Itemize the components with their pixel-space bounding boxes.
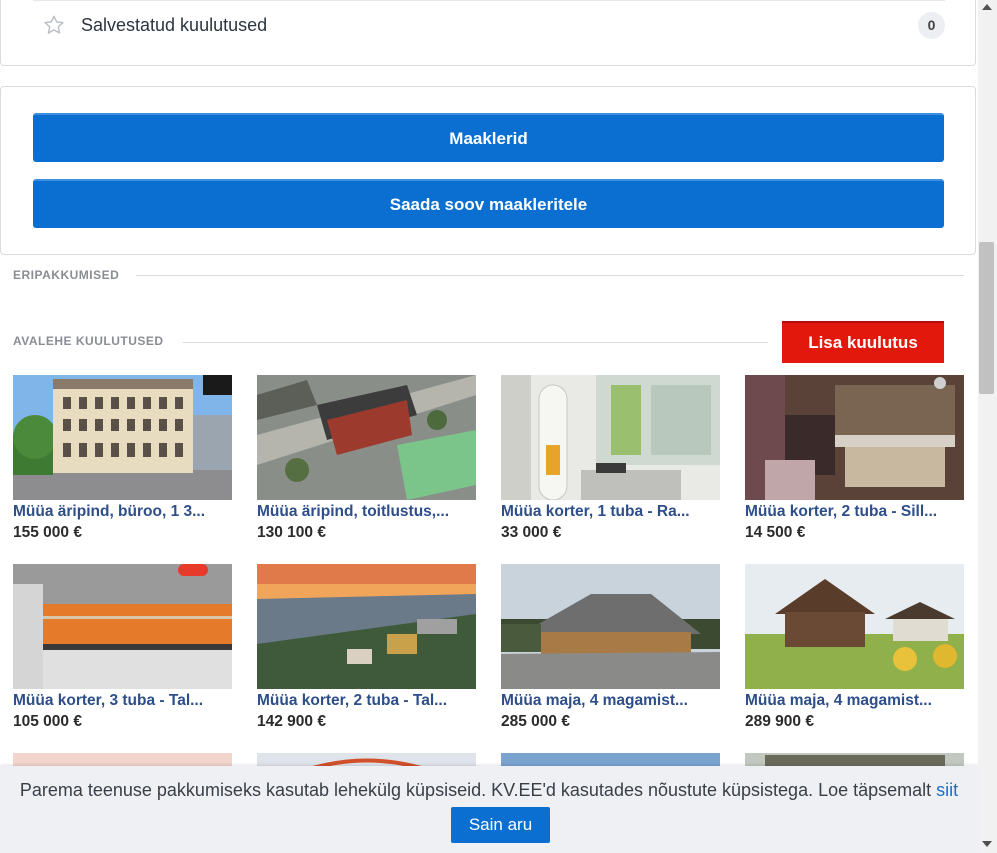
listing-price: 155 000 € [13,524,82,541]
listing-price: 105 000 € [13,713,82,730]
listing-card[interactable]: Müüa korter, 3 tuba - Tal... 105 000 € [13,564,232,732]
listing-photo-house-wooden[interactable] [501,564,720,689]
page: Salvestatud kuulutused 0 Maaklerid Saada… [0,0,978,853]
listing-title[interactable]: Müüa korter, 2 tuba - Sill... [745,502,964,522]
brokers-button[interactable]: Maaklerid [33,113,944,162]
listing-photo-aerial-street[interactable] [257,375,476,500]
listing-price: 33 000 € [501,524,562,541]
listing-title[interactable]: Müüa maja, 4 magamist... [745,691,964,711]
front-listings-heading: AVALEHE KUULUTUSED [13,334,164,348]
broker-panel: Maaklerid Saada soov maakleritele [0,86,976,255]
listing-card[interactable]: Müüa maja, 4 magamist... 285 000 € [501,564,720,732]
listing-price: 285 000 € [501,713,570,730]
cookie-message: Parema teenuse pakkumiseks kasutab lehek… [0,780,978,801]
cookie-accept-button[interactable]: Sain aru [451,807,550,843]
special-offers-heading: ERIPAKKUMISED [13,268,120,282]
listing-title[interactable]: Müüa korter, 3 tuba - Tal... [13,691,232,711]
listing-photo-balcony[interactable] [501,375,720,500]
listing-photo-house-garden[interactable] [745,564,964,689]
saved-listings-link[interactable]: Salvestatud kuulutused 0 [33,0,945,49]
listing-price: 289 900 € [745,713,814,730]
listing-card[interactable]: Müüa korter, 2 tuba - Tal... 142 900 € [257,564,476,732]
listing-photo-orange-kitchen[interactable] [13,564,232,689]
add-listing-button[interactable]: Lisa kuulutus [782,321,944,363]
listing-photo-commercial-building[interactable] [13,375,232,500]
scrollbar-thumb[interactable] [979,242,994,394]
saved-count-badge: 0 [918,11,945,39]
saved-listings-label: Salvestatud kuulutused [81,14,268,35]
front-listings-divider [183,342,768,343]
scroll-down-arrow-icon[interactable] [982,841,992,847]
listing-title[interactable]: Müüa maja, 4 magamist... [501,691,720,711]
cookie-more-link[interactable]: siit [936,780,958,800]
listing-card[interactable]: Müüa äripind, toitlustus,... 130 100 € [257,375,476,543]
listing-card[interactable]: Müüa korter, 2 tuba - Sill... 14 500 € [745,375,964,543]
listing-price: 14 500 € [745,524,806,541]
listing-photo-sunset-aerial[interactable] [257,564,476,689]
listing-title[interactable]: Müüa äripind, toitlustus,... [257,502,476,522]
scrollbar-track[interactable] [978,0,997,853]
saved-listings-panel: Salvestatud kuulutused 0 [0,0,976,66]
listing-title[interactable]: Müüa korter, 1 tuba - Ra... [501,502,720,522]
listing-card[interactable]: Müüa korter, 1 tuba - Ra... 33 000 € [501,375,720,543]
special-offers-divider [136,275,964,276]
listing-title[interactable]: Müüa korter, 2 tuba - Tal... [257,691,476,711]
star-icon [44,15,64,34]
listing-card[interactable]: Müüa maja, 4 magamist... 289 900 € [745,564,964,732]
send-request-to-brokers-button[interactable]: Saada soov maakleritele [33,179,944,228]
cookie-text: Parema teenuse pakkumiseks kasutab lehek… [19,780,937,800]
listing-photo-kitchen[interactable] [745,375,964,500]
listing-card[interactable]: Müüa äripind, büroo, 1 3... 155 000 € [13,375,232,543]
listing-title[interactable]: Müüa äripind, büroo, 1 3... [13,502,232,522]
scroll-up-arrow-icon[interactable] [982,4,992,10]
listing-price: 130 100 € [257,524,326,541]
listing-price: 142 900 € [257,713,326,730]
cookie-banner: Parema teenuse pakkumiseks kasutab lehek… [0,766,978,853]
